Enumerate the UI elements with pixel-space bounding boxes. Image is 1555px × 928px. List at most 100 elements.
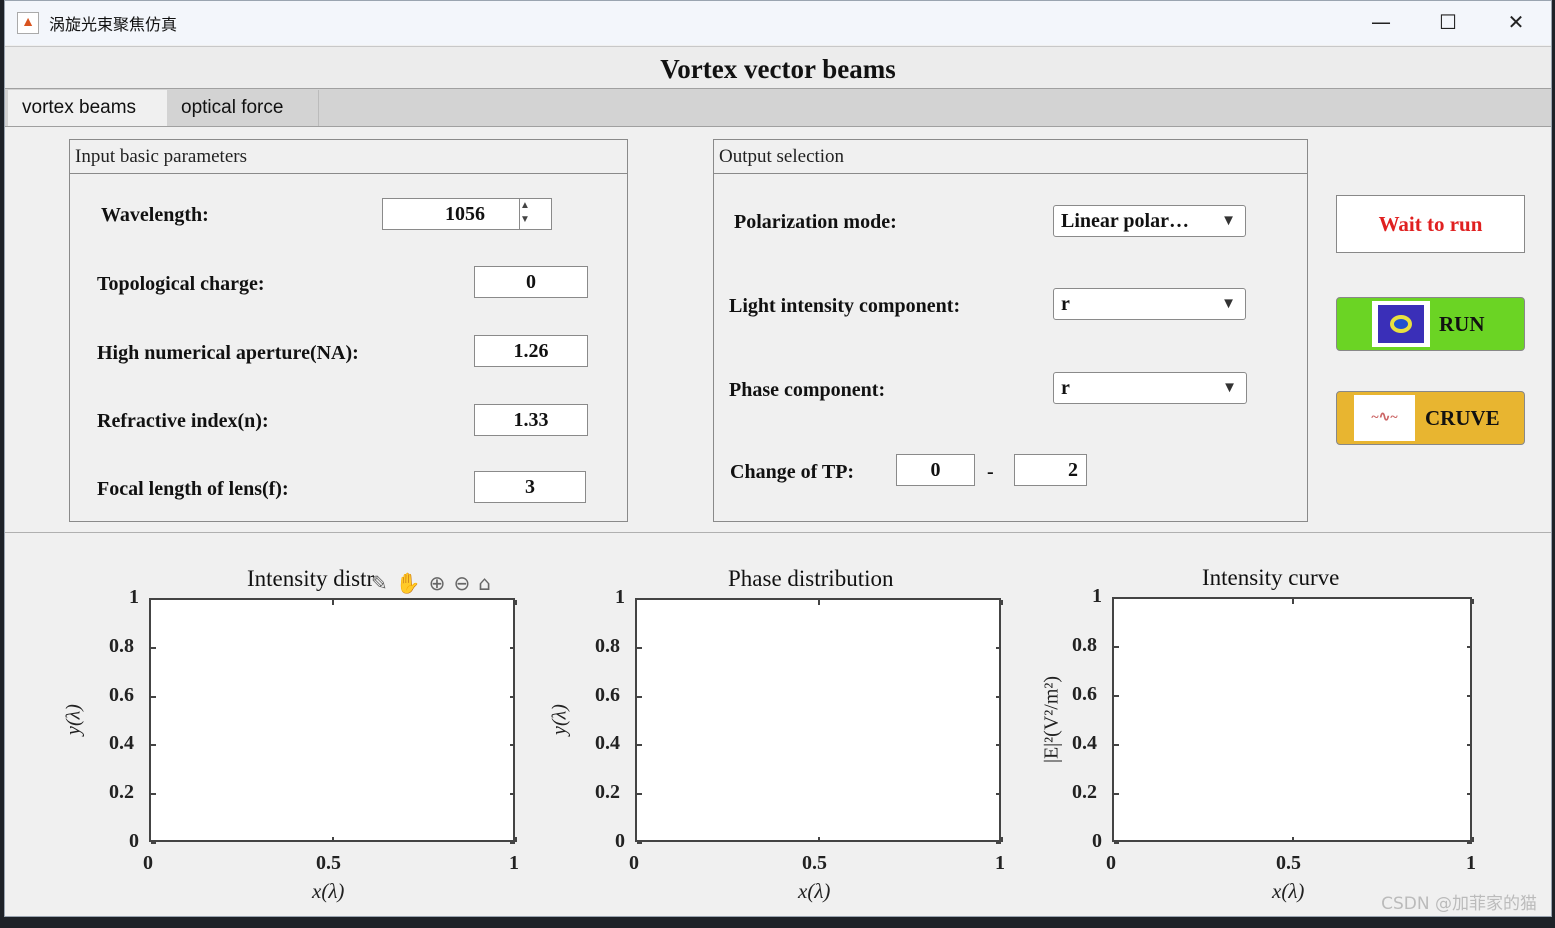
y-tick-label: 0.4: [109, 732, 134, 755]
status-box: Wait to run: [1336, 195, 1525, 253]
topological-charge-input[interactable]: 0: [474, 266, 588, 298]
phase-component-label: Phase component:: [729, 379, 886, 401]
pan-icon[interactable]: ✋: [396, 571, 421, 595]
y-tick-mark: [151, 695, 156, 698]
brush-icon[interactable]: ✎: [371, 571, 388, 595]
y-tick-mark: [510, 646, 515, 649]
phase-component-value: r: [1061, 377, 1070, 399]
y-tick-mark: [996, 793, 1001, 796]
y-tick-mark: [151, 744, 156, 747]
y-tick-mark: [1114, 842, 1119, 844]
plot-toolbar: ✎ ✋ ⊕ ⊖ ⌂: [371, 571, 491, 595]
tp-separator: -: [987, 461, 994, 483]
window-title: 涡旋光束聚焦仿真: [49, 15, 178, 34]
y-tick-label: 0.8: [1072, 634, 1097, 656]
plot-axes-1: [149, 598, 515, 842]
home-icon[interactable]: ⌂: [478, 571, 491, 595]
chevron-down-icon: ▼: [1221, 213, 1236, 229]
x-tick-mark: [149, 600, 151, 605]
x-tick-mark: [1472, 837, 1474, 842]
y-tick-label: 0.6: [109, 683, 134, 706]
x-tick-label: 0.5: [316, 852, 341, 874]
tab-vortex-beams[interactable]: vortex beams: [8, 90, 167, 126]
divider: [5, 532, 1551, 533]
x-tick-mark: [1472, 599, 1474, 604]
y-tick-mark: [1114, 646, 1119, 648]
input-panel: Input basic parameters Wavelength: 1056 …: [69, 139, 628, 522]
wavelength-value: 1056: [445, 203, 485, 225]
x-axis-label: x(λ): [1272, 879, 1305, 903]
y-tick-mark: [510, 744, 515, 747]
x-tick-mark: [1292, 599, 1294, 604]
tp-from-input[interactable]: 0: [896, 454, 975, 486]
y-tick-mark: [510, 793, 515, 796]
app-window: ▲ 涡旋光束聚焦仿真 — ☐ ✕ Vortex vector beams vor…: [4, 0, 1552, 917]
y-tick-mark: [151, 646, 156, 649]
y-tick-label: 0.4: [1072, 732, 1097, 754]
x-tick-label: 1: [1466, 852, 1476, 874]
curve-thumbnail-icon: ~∿~: [1354, 395, 1415, 441]
focal-length-label: Focal length of lens(f):: [97, 478, 289, 500]
plot-axes-3: [1112, 597, 1472, 842]
y-tick-mark: [1114, 597, 1119, 599]
y-tick-label: 0.6: [595, 683, 620, 706]
y-tick-mark: [637, 695, 642, 698]
y-tick-mark: [151, 598, 156, 600]
minimize-button[interactable]: —: [1358, 7, 1404, 37]
tp-to-input[interactable]: 2: [1014, 454, 1087, 486]
x-tick-mark: [332, 600, 334, 605]
y-tick-mark: [1114, 793, 1119, 795]
zoom-in-icon[interactable]: ⊕: [429, 571, 446, 595]
na-input[interactable]: 1.26: [474, 335, 588, 367]
y-axis-label: |E|²(V²/m²): [1040, 675, 1063, 763]
y-tick-label: 0.2: [109, 781, 134, 804]
y-tick-mark: [1467, 744, 1472, 746]
title-bar: ▲ 涡旋光束聚焦仿真 — ☐ ✕: [5, 1, 1551, 45]
y-tick-mark: [1467, 793, 1472, 795]
y-tick-mark: [637, 842, 642, 844]
topological-charge-label: Topological charge:: [97, 273, 265, 295]
y-tick-mark: [510, 695, 515, 698]
maximize-button[interactable]: ☐: [1425, 7, 1471, 37]
cruve-button[interactable]: ~∿~ CRUVE: [1336, 391, 1525, 445]
y-tick-label: 0.8: [595, 634, 620, 657]
spinner-arrows-icon[interactable]: ▲ ▼: [519, 199, 551, 229]
y-tick-mark: [637, 646, 642, 649]
y-tick-mark: [996, 646, 1001, 649]
x-tick-mark: [1112, 599, 1114, 604]
refractive-index-label: Refractive index(n):: [97, 410, 269, 432]
plot-axes-2: [635, 598, 1001, 842]
y-tick-mark: [996, 842, 1001, 844]
watermark: CSDN @加菲家的猫: [1381, 894, 1537, 914]
change-tp-label: Change of TP:: [730, 461, 855, 483]
close-button[interactable]: ✕: [1493, 7, 1539, 37]
y-axis-label: y(λ): [548, 704, 571, 735]
wavelength-spinner[interactable]: 1056 ▲ ▼: [382, 198, 552, 230]
y-tick-mark: [996, 695, 1001, 698]
y-tick-label: 0: [129, 830, 139, 852]
tab-optical-force[interactable]: optical force: [167, 90, 319, 126]
y-tick-mark: [1467, 695, 1472, 697]
y-tick-label: 1: [615, 586, 625, 608]
polarization-dropdown[interactable]: Linear polar… ▼: [1053, 205, 1246, 237]
intensity-component-dropdown[interactable]: r ▼: [1053, 288, 1246, 320]
na-label: High numerical aperture(NA):: [97, 342, 359, 364]
x-tick-label: 1: [509, 852, 519, 874]
zoom-out-icon[interactable]: ⊖: [453, 571, 470, 595]
x-tick-mark: [515, 837, 517, 842]
x-tick-label: 0: [143, 852, 153, 874]
y-tick-mark: [637, 744, 642, 747]
phase-component-dropdown[interactable]: r ▼: [1053, 372, 1247, 404]
focal-length-input[interactable]: 3: [474, 471, 586, 503]
refractive-index-input[interactable]: 1.33: [474, 404, 588, 436]
matlab-icon: ▲: [17, 12, 39, 34]
x-tick-label: 0: [629, 852, 639, 874]
x-tick-mark: [818, 600, 820, 605]
y-tick-mark: [151, 842, 156, 844]
y-axis-label: y(λ): [62, 704, 85, 735]
polarization-label: Polarization mode:: [734, 211, 897, 233]
x-tick-mark: [332, 837, 334, 842]
run-button[interactable]: RUN: [1336, 297, 1525, 351]
y-tick-mark: [1114, 744, 1119, 746]
y-tick-label: 0.6: [1072, 683, 1097, 705]
